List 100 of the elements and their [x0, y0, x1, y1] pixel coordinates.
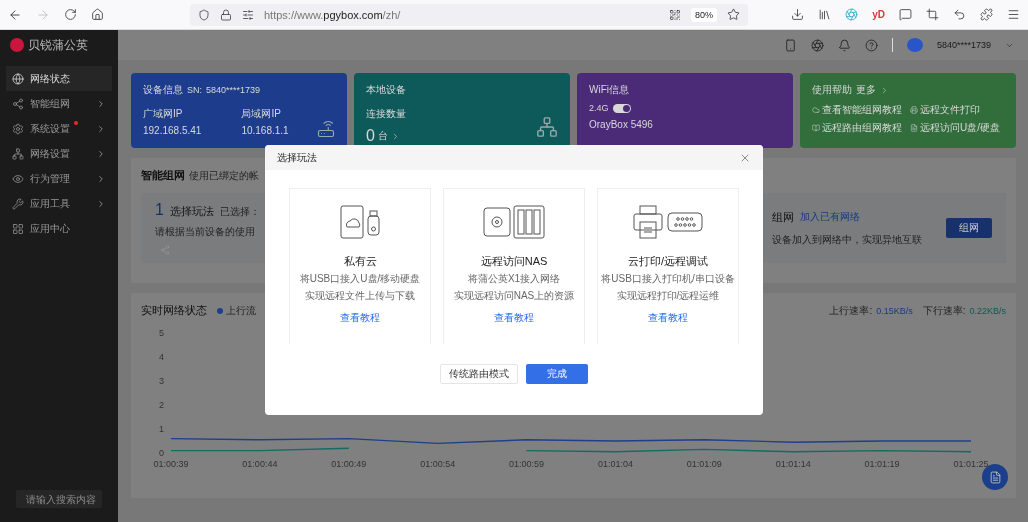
card-title: 使用帮助 [812, 83, 852, 97]
nav-item[interactable]: 系统设置 [6, 116, 112, 141]
wifi-name: OrayBox 5496 [589, 119, 654, 130]
nav-item[interactable]: 行为管理 [6, 166, 112, 191]
card-title: 设备信息 [143, 83, 183, 97]
wifi-toggle[interactable] [612, 103, 631, 113]
nav-item[interactable]: 应用中心 [6, 216, 112, 241]
nav-item[interactable]: 网络设置 [6, 141, 112, 166]
puzzle-icon[interactable] [980, 8, 993, 21]
qr-code-icon[interactable] [669, 8, 681, 21]
network-icon [12, 147, 24, 160]
home-icon[interactable] [91, 8, 104, 21]
printer-icon [910, 106, 918, 114]
help-link[interactable]: 远程文件打印 [920, 103, 980, 117]
menu-icon[interactable] [1007, 8, 1020, 21]
card-title: WiFi信息 [589, 83, 630, 97]
download-icon[interactable] [791, 8, 805, 21]
axis-label: 2 [159, 400, 164, 410]
done-button[interactable]: 完成 [526, 364, 588, 384]
option-card[interactable]: 远程访问NAS 将蒲公英X1接入网络 实现远程访问NAS上的资源 查看教程 [443, 188, 585, 344]
reload-icon[interactable] [64, 8, 77, 21]
axis-label: 01:00:59 [509, 459, 545, 469]
axis-label: 01:00:49 [331, 459, 367, 469]
axis-label: 01:01:04 [597, 459, 633, 469]
bell-icon[interactable] [837, 38, 851, 52]
option-card[interactable]: 私有云 将USB口接入U盘/移动硬盘 实现远程文件上传与下载 查看教程 [289, 188, 431, 344]
axis-label: 4 [159, 352, 164, 362]
rate-value: 0.15KB/s [876, 305, 913, 316]
tutorial-link[interactable]: 查看教程 [494, 311, 534, 325]
serial-number: 5840****1739 [206, 85, 261, 95]
network-button[interactable]: 组网 [946, 218, 992, 238]
document-icon [910, 124, 918, 132]
field-value: 10.168.1.1 [241, 125, 289, 136]
chat-icon[interactable] [899, 8, 912, 21]
cloud-icon [812, 106, 820, 114]
account-name[interactable]: 5840****1739 [936, 40, 991, 50]
option-card[interactable]: 云打印/远程调试 将USB口接入打印机/串口设备 实现远程打印/远程运维 查看教程 [597, 188, 739, 344]
eye-icon [12, 172, 24, 185]
option-description: 实现远程访问NAS上的资源 [453, 289, 575, 303]
help-link[interactable]: 远程访问U盘/硬盘 [920, 121, 1000, 135]
nav-item[interactable]: 智能组网 [6, 91, 112, 116]
help-link[interactable]: 远程路由组网教程 [822, 121, 902, 135]
legend-dot [217, 307, 223, 314]
band-label: 2.4G [589, 103, 609, 113]
back-icon[interactable] [8, 7, 22, 22]
axis-label: 01:00:39 [153, 459, 189, 469]
legend-label: 上行流 [226, 303, 256, 318]
axis-label: 01:01:09 [686, 459, 722, 469]
field-label: 局域网IP [241, 107, 282, 121]
axis-label: 0 [159, 448, 164, 458]
address-bar[interactable]: https://www.pgybox.com/zh/ 80% [190, 3, 748, 26]
sn-label: SN: [187, 85, 202, 95]
option-description: 将USB口接入U盘/移动硬盘 [299, 272, 421, 286]
router-icon [317, 120, 335, 138]
device-count: 0 [366, 127, 375, 145]
axis-label: 01:00:54 [420, 459, 456, 469]
section-subtitle: 使用已绑定的帐 [189, 168, 259, 183]
section-title: 智能组网 [141, 168, 185, 183]
shield-icon[interactable] [198, 8, 210, 21]
share-icon [12, 97, 24, 110]
step-description: 设备加入到网络中，实现异地互联 [772, 232, 922, 247]
tutorial-link[interactable]: 查看教程 [648, 311, 688, 325]
rate-label: 上行速率: [829, 303, 873, 318]
axis-label: 01:01:25 [953, 459, 989, 469]
crop-icon[interactable] [926, 8, 939, 21]
mode-button[interactable]: 传统路由模式 [440, 364, 518, 384]
option-description: 实现远程打印/远程运维 [616, 289, 720, 303]
nav-item[interactable]: 应用工具 [6, 191, 112, 216]
help-icon[interactable] [864, 38, 878, 52]
step-title: 选择玩法 [169, 204, 214, 219]
zoom-level[interactable]: 80% [691, 7, 717, 22]
printer-port-icon [632, 205, 704, 239]
step-status: 已选择： [219, 205, 260, 219]
tutorial-link[interactable]: 查看教程 [340, 311, 380, 325]
extension-button[interactable]: yD [872, 9, 885, 20]
rate-label: 下行速率: [922, 303, 966, 318]
search-field[interactable]: 请输入搜索内容 [16, 490, 102, 508]
undo-icon[interactable] [953, 8, 966, 21]
library-icon[interactable] [818, 8, 832, 21]
axis-label: 1 [159, 424, 164, 434]
more-link[interactable]: 更多 [856, 83, 876, 97]
lock-icon[interactable] [220, 8, 232, 21]
grid-icon [12, 222, 24, 235]
option-description: 实现远程文件上传与下载 [305, 289, 415, 303]
phone-icon[interactable] [783, 38, 797, 52]
sliders-icon[interactable] [242, 8, 254, 21]
settings-icon [12, 122, 24, 135]
section-title: 实时网络状态 [141, 303, 207, 318]
nav-item[interactable]: 网络状态 [6, 66, 112, 91]
network-icon [536, 116, 558, 138]
option-title: 私有云 [343, 254, 377, 269]
star-icon[interactable] [727, 8, 740, 21]
brand-name: 贝锐蒲公英 [28, 36, 88, 54]
step-description: 请根据当前设备的使用 [155, 225, 256, 239]
field-value: 192.168.5.41 [143, 125, 202, 136]
option-title: 云打印/远程调试 [627, 254, 709, 269]
option-description: 将USB口接入打印机/串口设备 [601, 272, 735, 286]
help-link[interactable]: 查看智能组网教程 [822, 103, 902, 117]
field-label: 连接数量 [366, 107, 407, 121]
option-description: 将蒲公英X1接入网络 [467, 272, 561, 286]
